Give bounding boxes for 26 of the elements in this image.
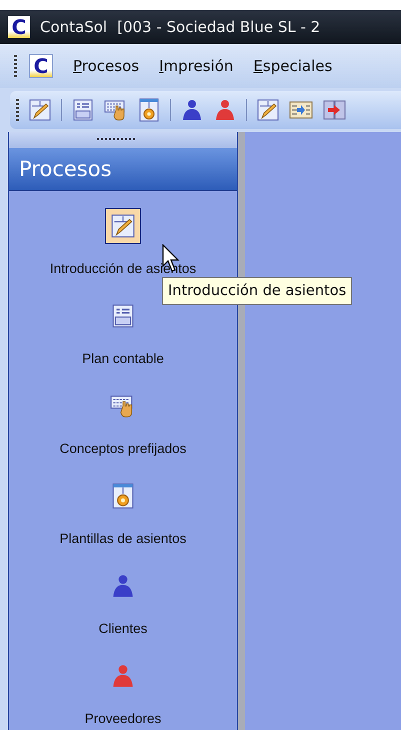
sidebar-item-label[interactable]: Plan contable <box>82 351 164 367</box>
document-gear-icon <box>137 98 161 122</box>
document-gear-icon <box>110 483 136 509</box>
sidebar-item-label[interactable]: Proveedores <box>84 711 162 727</box>
grip-handle[interactable] <box>16 99 19 121</box>
window-title: [003 - Sociedad Blue SL - 2 <box>117 18 320 36</box>
document-pencil-icon <box>256 98 280 122</box>
panel-grip[interactable] <box>9 132 237 148</box>
panel-title: Procesos <box>19 157 112 181</box>
documents-arrow-icon <box>322 98 346 122</box>
sidebar-item-label[interactable]: Clientes <box>98 621 148 637</box>
menu-item[interactable]: Procesos <box>73 57 140 75</box>
sidebar-item-label[interactable]: Plantillas de asientos <box>60 531 186 547</box>
sidebar-item-label[interactable]: Conceptos prefijados <box>60 441 186 457</box>
menu-item[interactable]: Impresión <box>159 57 234 75</box>
app-logo[interactable]: C <box>29 54 53 78</box>
form-document-icon <box>110 303 136 329</box>
grip-handle[interactable] <box>14 55 17 77</box>
app-logo: C <box>8 16 30 38</box>
menu-item[interactable]: Especiales <box>253 57 332 75</box>
form-document-icon <box>71 98 95 122</box>
app-name: ContaSol <box>40 18 108 36</box>
sidebar-item-button[interactable] <box>105 208 141 244</box>
document-pencil-icon <box>110 213 136 239</box>
document-pencil-icon <box>28 98 52 122</box>
tooltip: Introducción de asientos <box>162 277 352 305</box>
